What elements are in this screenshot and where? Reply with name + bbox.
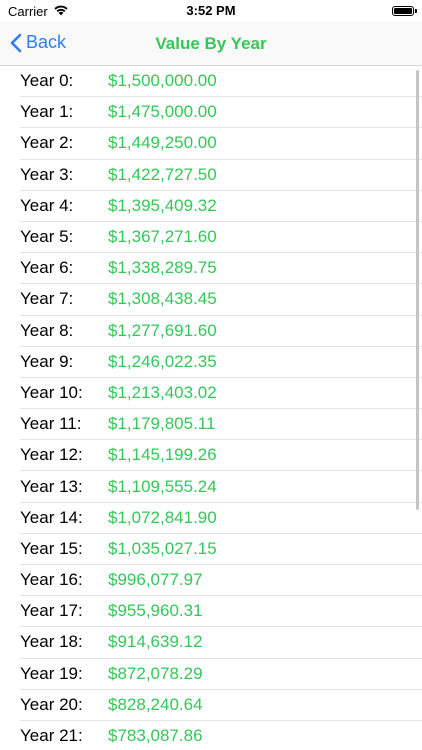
year-label: Year 9: (20, 351, 74, 371)
year-value: $783,087.86 (108, 726, 203, 746)
year-label: Year 14: (20, 507, 83, 527)
year-value: $1,179,805.11 (108, 414, 216, 434)
year-value: $914,639.12 (108, 632, 203, 652)
year-value: $1,367,271.60 (108, 227, 217, 247)
list-item: Year 3: $1,422,727.50 (20, 160, 422, 191)
list-item: Year 0: $1,500,000.00 (20, 66, 422, 98)
list-item: Year 7: $1,308,438.45 (20, 284, 422, 316)
list-item: Year 4: $1,395,409.32 (20, 191, 422, 222)
year-value: $1,213,403.02 (108, 382, 217, 402)
list-item: Year 15: $1,035,027.15 (20, 534, 422, 565)
year-label: Year 4: (20, 195, 74, 215)
year-value: $955,960.31 (108, 601, 203, 621)
year-value: $1,449,250.00 (108, 133, 217, 153)
year-label: Year 13: (20, 476, 83, 496)
year-value: $996,077.97 (108, 570, 203, 590)
list-item: Year 1: $1,475,000.00 (20, 97, 422, 129)
year-label: Year 0: (20, 71, 74, 91)
list-item: Year 6: $1,338,289.75 (20, 253, 422, 285)
list-item: Year 9: $1,246,022.35 (20, 347, 422, 378)
year-label: Year 6: (20, 258, 74, 278)
list-item: Year 10: $1,213,403.02 (20, 378, 422, 410)
year-label: Year 15: (20, 538, 83, 558)
year-label: Year 10: (20, 382, 83, 402)
value-list[interactable]: Year 0: $1,500,000.00 Year 1: $1,475,000.00… (0, 66, 422, 750)
year-value: $828,240.64 (108, 694, 203, 714)
year-value: $1,277,691.60 (108, 320, 217, 340)
list-item: Year 5: $1,367,271.60 (20, 222, 422, 254)
year-value: $1,308,438.45 (108, 289, 217, 309)
scrollbar[interactable] (416, 70, 419, 510)
list-item: Year 13: $1,109,555.24 (20, 471, 422, 503)
battery-icon (392, 6, 414, 16)
list-item: Year 16: $996,077.97 (20, 565, 422, 597)
list-item: Year 14: $1,072,841.90 (20, 503, 422, 534)
year-label: Year 16: (20, 570, 83, 590)
year-label: Year 5: (20, 227, 74, 247)
battery-cap (415, 9, 417, 13)
year-value: $1,109,555.24 (108, 476, 217, 496)
list-item: Year 18: $914,639.12 (20, 627, 422, 659)
list-item: Year 8: $1,277,691.60 (20, 316, 422, 347)
status-bar: Carrier 3:52 PM (0, 0, 422, 22)
year-label: Year 18: (20, 632, 83, 652)
battery-fill (394, 8, 412, 14)
year-label: Year 17: (20, 601, 83, 621)
page-title: Value By Year (155, 34, 267, 53)
list-item: Year 17: $955,960.31 (20, 596, 422, 628)
year-value: $1,395,409.32 (108, 195, 217, 215)
year-label: Year 7: (20, 289, 74, 309)
year-label: Year 2: (20, 133, 74, 153)
list-item: Year 21: $783,087.86 (20, 721, 422, 750)
list-item: Year 11: $1,179,805.11 (20, 409, 422, 441)
list-item: Year 20: $828,240.64 (20, 690, 422, 721)
list-item: Year 19: $872,078.29 (20, 659, 422, 690)
year-label: Year 20: (20, 694, 83, 714)
year-value: $1,500,000.00 (108, 71, 217, 91)
year-value: $1,035,027.15 (108, 538, 217, 558)
year-label: Year 12: (20, 445, 83, 465)
navigation-bar: Back Value By Year (0, 22, 422, 66)
year-label: Year 19: (20, 663, 83, 683)
year-value: $1,246,022.35 (108, 351, 217, 371)
year-value: $872,078.29 (108, 663, 203, 683)
year-value: $1,072,841.90 (108, 507, 217, 527)
status-time: 3:52 PM (186, 3, 236, 18)
year-value: $1,475,000.00 (108, 102, 217, 122)
list-item: Year 12: $1,145,199.26 (20, 440, 422, 472)
year-label: Year 11: (20, 414, 82, 434)
list-item: Year 2: $1,449,250.00 (20, 128, 422, 160)
year-label: Year 1: (20, 102, 74, 122)
year-value: $1,338,289.75 (108, 258, 217, 278)
year-label: Year 3: (20, 164, 74, 184)
year-label: Year 21: (20, 726, 83, 746)
year-value: $1,422,727.50 (108, 164, 217, 184)
year-label: Year 8: (20, 320, 74, 340)
year-value: $1,145,199.26 (108, 445, 217, 465)
